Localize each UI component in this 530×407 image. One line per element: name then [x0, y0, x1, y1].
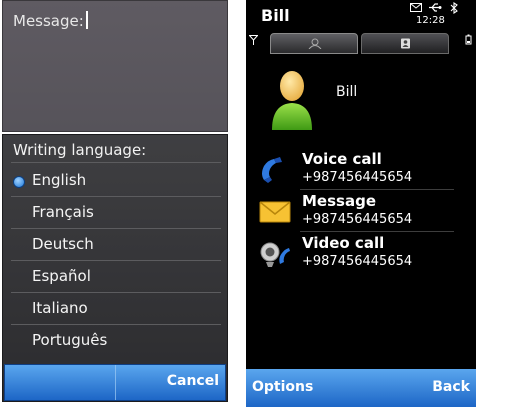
language-option-english[interactable]: English	[3, 165, 227, 196]
writing-language-popup: Writing language: English Français Deuts…	[2, 134, 228, 402]
tab-communication-history[interactable]	[361, 33, 449, 54]
envelope-icon	[259, 201, 291, 223]
language-label: Español	[32, 267, 91, 285]
softkey-divider	[115, 365, 116, 400]
language-option-italiano[interactable]: Italiano	[3, 293, 227, 324]
options-button[interactable]: Options	[252, 379, 313, 395]
message-action[interactable]: Message +987456445654	[252, 192, 452, 232]
right-phone-screen: Bill 12:28 Bill Voice call +987456445654…	[246, 0, 476, 407]
popup-title: Writing language:	[13, 141, 147, 159]
cancel-button[interactable]: Cancel	[167, 373, 219, 389]
tab-contact-info[interactable]	[270, 33, 358, 54]
video-camera-icon	[260, 242, 290, 267]
status-clock: 12:28	[416, 15, 445, 26]
action-number: +987456445654	[302, 254, 413, 269]
text-caret	[85, 11, 88, 29]
language-label: English	[32, 171, 87, 189]
divider	[300, 231, 454, 232]
left-phone-screen: Message: Writing language: English Franç…	[0, 0, 230, 407]
language-option-portugues[interactable]: Português	[3, 325, 227, 356]
back-button[interactable]: Back	[432, 379, 470, 395]
language-option-francais[interactable]: Français	[3, 197, 227, 228]
selected-radio-icon	[13, 176, 25, 188]
language-option-espanol[interactable]: Español	[3, 261, 227, 292]
softkey-bar: Cancel	[4, 364, 226, 401]
message-editor[interactable]: Message:	[2, 0, 228, 132]
language-label: Deutsch	[32, 235, 94, 253]
history-tab-icon	[401, 38, 410, 49]
action-label: Voice call	[302, 150, 382, 168]
action-label: Video call	[302, 234, 385, 252]
battery-icon	[465, 34, 472, 45]
page-title: Bill	[261, 6, 290, 25]
softkey-bar: Options Back	[246, 369, 476, 407]
divider	[11, 162, 221, 163]
contact-tab-icon	[308, 38, 322, 49]
voice-call-action[interactable]: Voice call +987456445654	[252, 150, 452, 190]
message-label: Message:	[13, 11, 88, 30]
action-number: +987456445654	[302, 212, 413, 227]
envelope-icon	[410, 3, 422, 12]
bluetooth-icon	[450, 2, 458, 14]
language-label: Italiano	[32, 299, 88, 317]
language-label: Français	[32, 203, 94, 221]
action-label: Message	[302, 192, 376, 210]
contact-name: Bill	[336, 84, 358, 100]
language-option-deutsch[interactable]: Deutsch	[3, 229, 227, 260]
phone-handset-icon	[262, 157, 282, 183]
language-label: Português	[32, 331, 108, 349]
video-call-action[interactable]: Video call +987456445654	[252, 234, 452, 274]
divider	[300, 189, 454, 190]
action-number: +987456445654	[302, 170, 413, 185]
signal-antenna-icon	[249, 35, 258, 45]
usb-icon	[429, 3, 442, 12]
avatar	[272, 71, 312, 130]
